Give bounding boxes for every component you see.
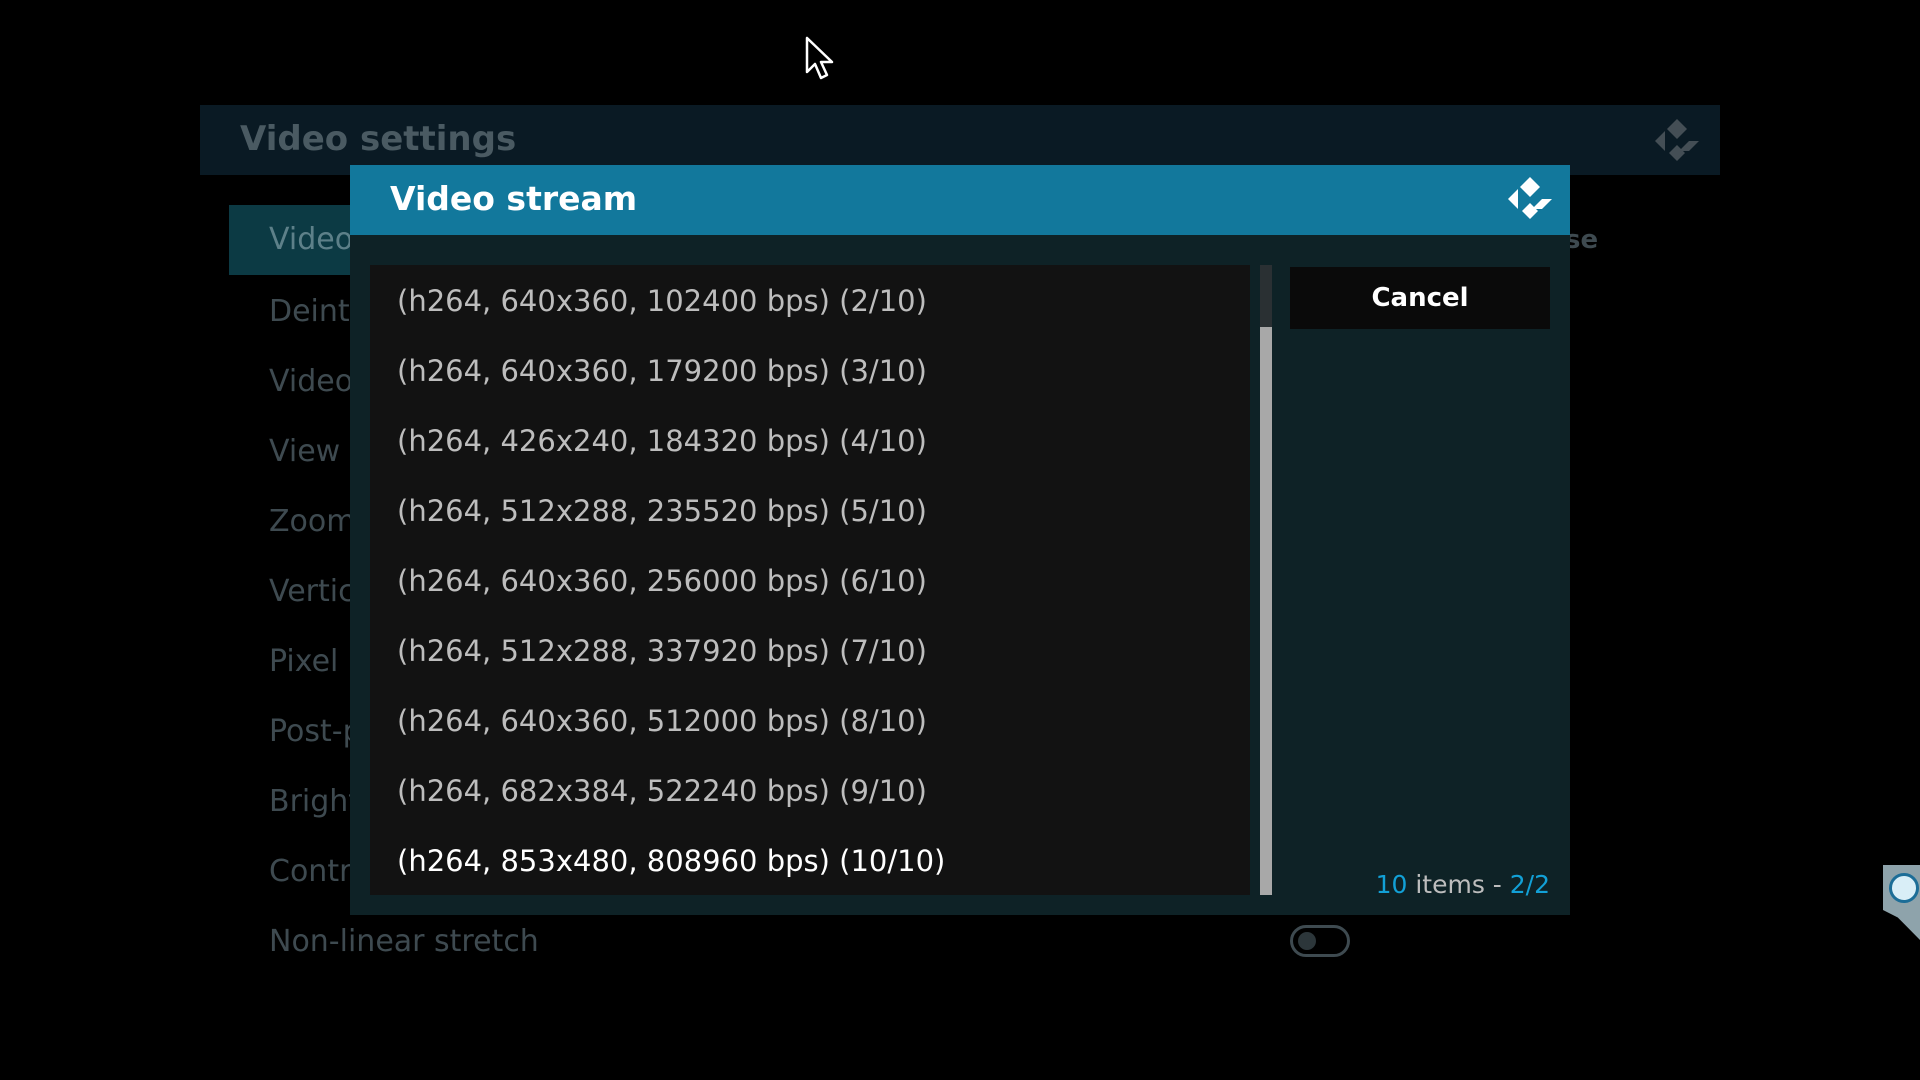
mouse-cursor-icon xyxy=(805,36,834,80)
kodi-logo-icon xyxy=(1655,119,1699,161)
item-count-number: 10 xyxy=(1375,870,1408,899)
list-item[interactable]: (h264, 853x480, 808960 bps) (10/10) xyxy=(370,825,1250,895)
list-scrollbar[interactable] xyxy=(1260,265,1272,895)
list-item[interactable]: (h264, 640x360, 102400 bps) (2/10) xyxy=(370,265,1250,335)
video-stream-dialog: Video stream (h264, 640x360, 102400 bps)… xyxy=(350,165,1570,915)
item-count-label: items - xyxy=(1407,870,1510,899)
bg-item-non-linear-stretch[interactable]: Non-linear stretch xyxy=(229,907,729,977)
dialog-header: Video stream xyxy=(350,165,1570,235)
list-item[interactable]: (h264, 640x360, 512000 bps) (8/10) xyxy=(370,685,1250,755)
teamviewer-icon[interactable] xyxy=(1889,873,1919,903)
kodi-logo-icon xyxy=(1508,177,1552,219)
video-settings-title: Video settings xyxy=(240,119,517,159)
item-count: 10 items - 2/2 xyxy=(1376,870,1550,899)
list-item[interactable]: (h264, 640x360, 256000 bps) (6/10) xyxy=(370,545,1250,615)
non-linear-stretch-toggle[interactable] xyxy=(1290,925,1350,957)
list-item[interactable]: (h264, 682x384, 522240 bps) (9/10) xyxy=(370,755,1250,825)
list-item[interactable]: (h264, 512x288, 337920 bps) (7/10) xyxy=(370,615,1250,685)
list-item[interactable]: (h264, 512x288, 235520 bps) (5/10) xyxy=(370,475,1250,545)
stream-list: (h264, 640x360, 102400 bps) (2/10) (h264… xyxy=(370,265,1250,895)
cancel-button[interactable]: Cancel xyxy=(1290,267,1550,329)
page-indicator: 2/2 xyxy=(1509,870,1550,899)
scrollbar-thumb[interactable] xyxy=(1260,327,1272,895)
dialog-title: Video stream xyxy=(390,179,638,218)
list-item[interactable]: (h264, 640x360, 179200 bps) (3/10) xyxy=(370,335,1250,405)
list-item[interactable]: (h264, 426x240, 184320 bps) (4/10) xyxy=(370,405,1250,475)
